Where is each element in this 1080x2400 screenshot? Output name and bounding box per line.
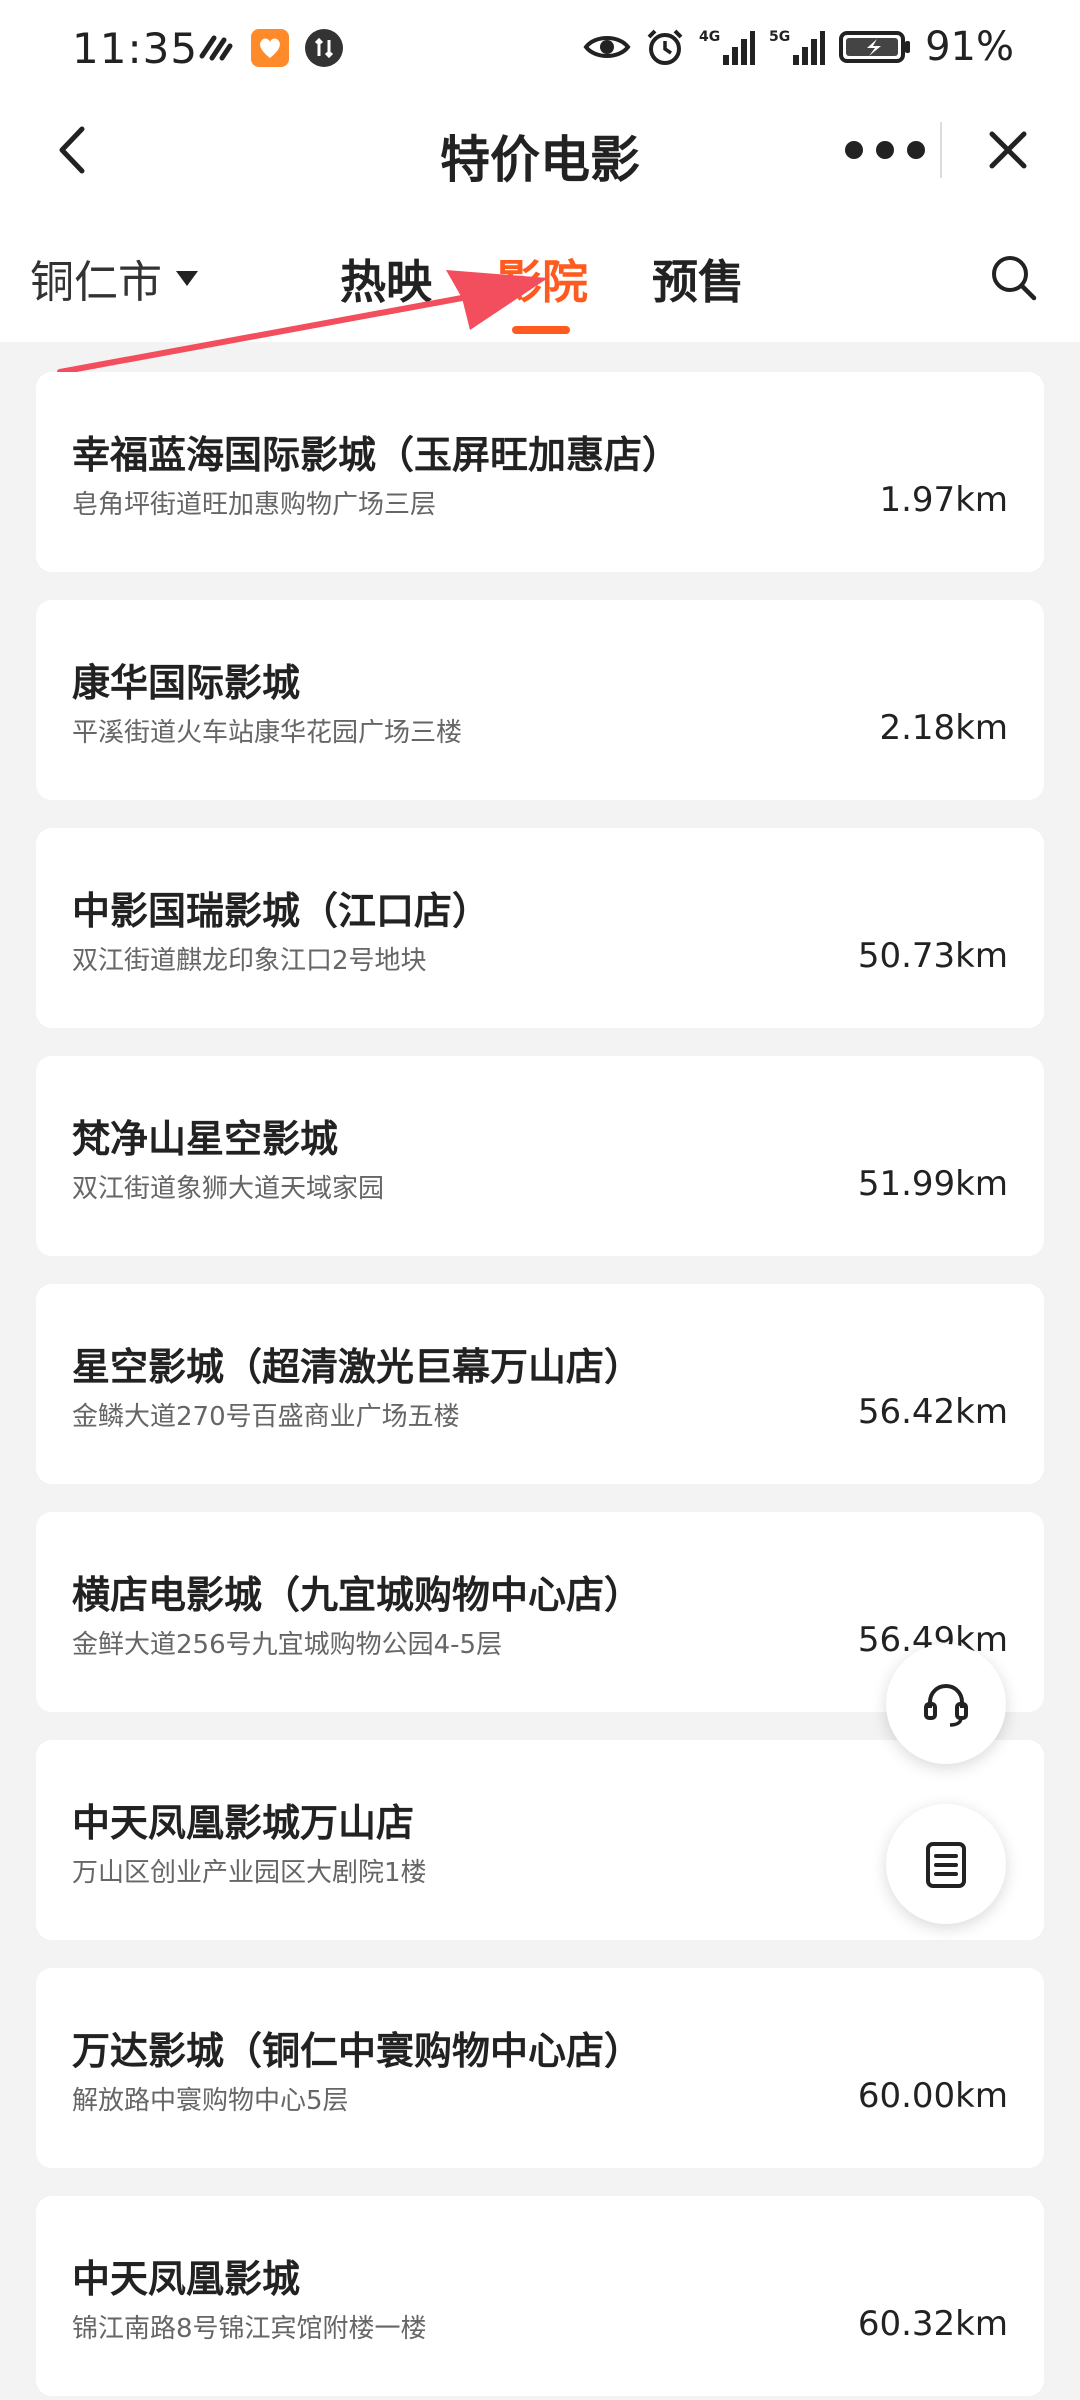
cinema-name: 星空影城（超清激光巨幕万山店） <box>72 1345 643 1389</box>
status-left-icons <box>196 28 344 68</box>
cinema-distance: 56.42km <box>857 1392 1008 1432</box>
cinema-distance: 51.99km <box>857 1164 1008 1204</box>
cinema-list: 幸福蓝海国际影城（玉屏旺加惠店） 皂角坪街道旺加惠购物广场三层 1.97km 康… <box>36 372 1044 2400</box>
cinema-name: 中影国瑞影城（江口店） <box>72 889 491 933</box>
status-bar: 11:35 4G 5G 91% <box>0 0 1080 100</box>
cinema-distance: 60.32km <box>857 2304 1008 2344</box>
headset-icon <box>924 1683 968 1727</box>
cinema-address: 锦江南路8号锦江宾馆附楼一楼 <box>72 2314 427 2344</box>
status-time: 11:35 <box>72 24 199 73</box>
close-button[interactable] <box>976 118 1040 182</box>
cinema-address: 双江街道象狮大道天域家园 <box>72 1174 385 1204</box>
close-icon <box>989 131 1027 169</box>
battery-percent: 91% <box>925 24 1014 70</box>
tab-presale[interactable]: 预售 <box>652 246 744 312</box>
list-item[interactable]: 万达影城（铜仁中寰购物中心店） 解放路中寰购物中心5层 60.00km <box>36 1968 1044 2168</box>
cinema-address: 解放路中寰购物中心5层 <box>72 2086 349 2116</box>
signal-4g-label: 4G <box>699 29 720 45</box>
active-tab-indicator <box>512 326 570 334</box>
cinema-distance: 2.18km <box>879 708 1008 748</box>
more-button[interactable] <box>820 118 950 182</box>
cinema-address: 平溪街道火车站康华花园广场三楼 <box>72 718 463 748</box>
search-button[interactable] <box>984 248 1044 308</box>
search-icon <box>992 256 1037 301</box>
signal-5g-icon: 5G <box>769 27 826 67</box>
list-item[interactable]: 星空影城（超清激光巨幕万山店） 金鳞大道270号百盛商业广场五楼 56.42km <box>36 1284 1044 1484</box>
signal-4g-icon: 4G <box>699 27 756 67</box>
cinema-name: 中天凤凰影城 <box>72 2257 301 2301</box>
cinema-distance: 50.73km <box>857 936 1008 976</box>
cinema-name: 中天凤凰影城万山店 <box>72 1801 415 1845</box>
status-right-icons: 4G 5G 91% <box>583 24 1014 70</box>
more-dots-icon <box>845 141 925 159</box>
customer-service-button[interactable] <box>886 1644 1006 1764</box>
app-badge-icon <box>250 28 290 68</box>
order-list-icon <box>926 1842 966 1888</box>
cinema-distance: 1.97km <box>879 480 1008 520</box>
cinema-address: 万山区创业产业园区大剧院1楼 <box>72 1858 427 1888</box>
tab-now-showing[interactable]: 热映 <box>340 246 432 312</box>
data-sync-icon <box>304 28 344 68</box>
list-item[interactable]: 幸福蓝海国际影城（玉屏旺加惠店） 皂角坪街道旺加惠购物广场三层 1.97km <box>36 372 1044 572</box>
signal-5g-label: 5G <box>769 29 790 45</box>
list-item[interactable]: 中影国瑞影城（江口店） 双江街道麒龙印象江口2号地块 50.73km <box>36 828 1044 1028</box>
city-selector[interactable]: 铜仁市 <box>30 246 200 310</box>
cinema-name: 梵净山星空影城 <box>72 1117 339 1161</box>
tab-cinemas[interactable]: 影院 <box>496 246 588 312</box>
cinema-name: 幸福蓝海国际影城（玉屏旺加惠店） <box>72 433 681 477</box>
battery-icon <box>839 27 911 67</box>
nav-divider <box>940 122 942 178</box>
cinema-address: 皂角坪街道旺加惠购物广场三层 <box>72 490 437 520</box>
list-item[interactable]: 中天凤凰影城 锦江南路8号锦江宾馆附楼一楼 60.32km <box>36 2196 1044 2396</box>
navigation-bar: 特价电影 <box>0 100 1080 200</box>
tab-bar: 铜仁市 热映 影院 预售 <box>0 232 1080 342</box>
caret-down-icon <box>176 271 198 286</box>
cinema-name: 康华国际影城 <box>72 661 301 705</box>
vibrate-icon <box>196 28 236 68</box>
alarm-icon <box>645 27 685 67</box>
cinema-address: 双江街道麒龙印象江口2号地块 <box>72 946 427 976</box>
cinema-address: 金鳞大道270号百盛商业广场五楼 <box>72 1402 460 1432</box>
cinema-name: 万达影城（铜仁中寰购物中心店） <box>72 2029 643 2073</box>
header-area: 11:35 4G 5G 91% 特价电影 铜仁市 热映 影院 预售 <box>0 0 1080 342</box>
orders-button[interactable] <box>886 1804 1006 1924</box>
list-item[interactable]: 康华国际影城 平溪街道火车站康华花园广场三楼 2.18km <box>36 600 1044 800</box>
list-item[interactable]: 梵净山星空影城 双江街道象狮大道天域家园 51.99km <box>36 1056 1044 1256</box>
eye-icon <box>583 27 631 67</box>
cinema-address: 金鲜大道256号九宜城购物公园4-5层 <box>72 1630 503 1660</box>
city-label: 铜仁市 <box>30 257 162 308</box>
cinema-name: 横店电影城（九宜城购物中心店） <box>72 1573 643 1617</box>
cinema-distance: 60.00km <box>857 2076 1008 2116</box>
